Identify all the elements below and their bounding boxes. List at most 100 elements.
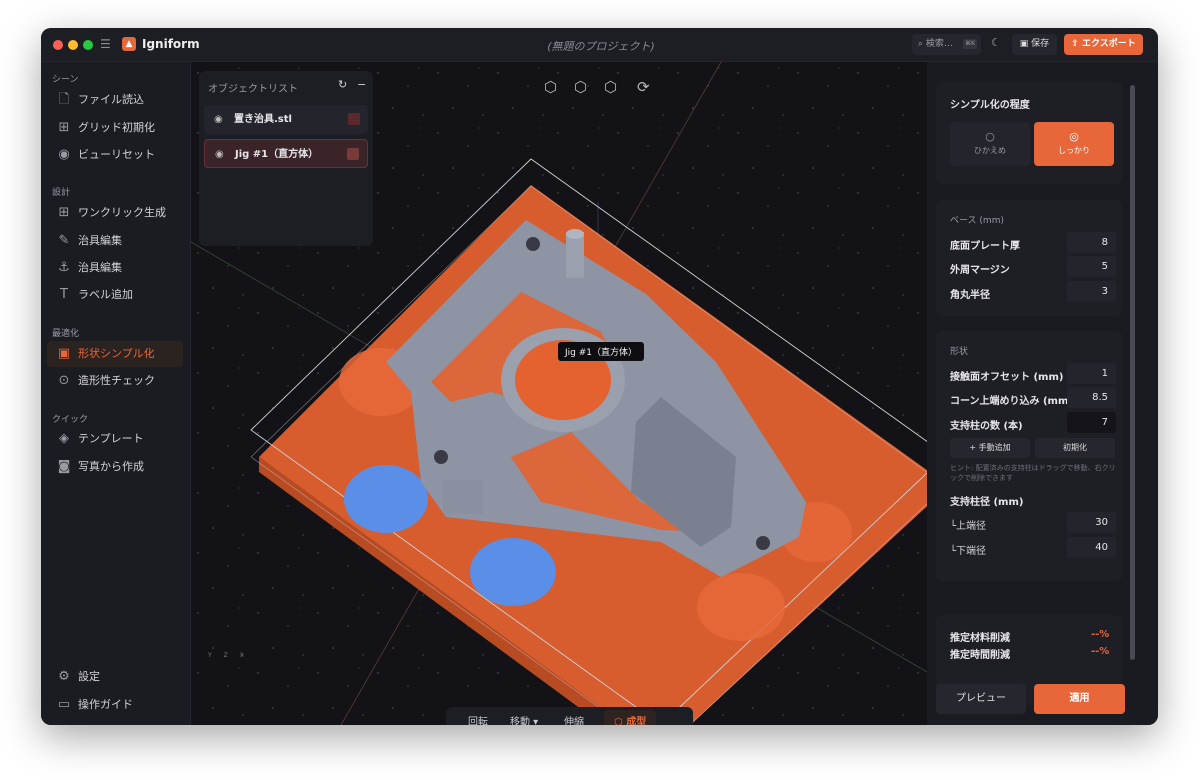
sidebar: シーン 🗋 ファイル読込 ⊞ グリッド初期化 ◉ ビューリセット 設計 ⊞ ワンクリック… xyxy=(41,62,191,725)
file-icon: 🗋 xyxy=(58,92,70,107)
radio-off-icon: ○ xyxy=(985,130,995,143)
axis-label-y: Y xyxy=(208,652,212,659)
tool-rotate[interactable]: 回転 xyxy=(468,707,488,725)
save-icon: ▣ xyxy=(1019,39,1032,49)
field-label: 支持柱の数 (本) xyxy=(950,421,1023,432)
theme-toggle-moon-icon[interactable]: ☾ xyxy=(991,36,1001,49)
support-pad[interactable] xyxy=(470,538,556,606)
sidebar-item-simplify[interactable]: ▣ 形状シンプル化 xyxy=(47,341,183,367)
support-pad[interactable] xyxy=(697,573,785,641)
axis-gizmo: Y Z X xyxy=(208,652,244,659)
view-cube-front-icon[interactable]: ⬡ xyxy=(574,78,587,96)
shape-card: 形状 接触面オフセット (mm) 1 コーン上端めり込み (mm) 8.5 支持… xyxy=(936,331,1122,581)
sidebar-item-label: ファイル読込 xyxy=(78,93,144,106)
search-label: 検索… xyxy=(925,39,953,49)
app-name: Igniform xyxy=(142,37,200,51)
sidebar-item-add-label[interactable]: T ラベル追加 xyxy=(47,282,183,308)
menu-icon[interactable]: ☰ xyxy=(100,37,111,51)
object-list-title: オブジェクトリスト xyxy=(208,84,298,95)
maximize-window-button[interactable] xyxy=(83,40,93,50)
field-label: 外周マージン xyxy=(950,265,1010,276)
sidebar-item-label: 写真から作成 xyxy=(78,460,144,473)
sidebar-item-label: 治具編集 xyxy=(78,234,122,247)
view-cube-side-icon[interactable]: ⬡ xyxy=(604,78,617,96)
check-circle-icon: ⊙ xyxy=(58,373,70,388)
cone-embed-input[interactable]: 8.5 xyxy=(1067,387,1116,408)
color-swatch[interactable] xyxy=(347,148,359,160)
tool-move[interactable]: 移動 ▾ xyxy=(510,707,538,725)
sidebar-item-guide[interactable]: ▭ 操作ガイド xyxy=(47,692,183,718)
add-manual-button[interactable]: + 手動追加 xyxy=(950,438,1030,458)
search-button[interactable]: ⌕ 検索… ⌘K xyxy=(912,34,981,55)
sidebar-item-from-photo[interactable]: ◙ 写真から作成 xyxy=(47,454,183,480)
support-pad[interactable] xyxy=(344,465,428,533)
tool-mold[interactable]: ⬡ 成型 xyxy=(604,710,657,725)
plate-thickness-input[interactable]: 8 xyxy=(1067,232,1116,253)
3d-viewport[interactable]: オブジェクトリスト ↻ − ◉ 置き治具.stl ◉ Jig #1（直方体） ⬡… xyxy=(191,62,927,725)
top-diameter-input[interactable]: 30 xyxy=(1067,512,1116,533)
option-strong[interactable]: ◎ しっかり xyxy=(1034,122,1114,166)
sidebar-item-label: ラベル追加 xyxy=(78,288,133,301)
sidebar-item-label: テンプレート xyxy=(78,432,144,445)
field-label: └上端径 xyxy=(950,517,986,532)
object-list-panel: オブジェクトリスト ↻ − ◉ 置き治具.stl ◉ Jig #1（直方体） xyxy=(199,71,373,246)
sidebar-item-one-click[interactable]: ⊞ ワンクリック生成 xyxy=(47,200,183,226)
sidebar-item-load-file[interactable]: 🗋 ファイル読込 xyxy=(47,87,183,113)
gear-icon: ⚙ xyxy=(58,669,70,684)
sidebar-item-printability-check[interactable]: ⊙ 造形性チェック xyxy=(47,368,183,394)
minimize-window-button[interactable] xyxy=(68,40,78,50)
sidebar-item-settings[interactable]: ⚙ 設定 xyxy=(47,664,183,690)
sidebar-item-grid-init[interactable]: ⊞ グリッド初期化 xyxy=(47,115,183,141)
preview-button[interactable]: プレビュー xyxy=(936,684,1026,714)
shape-title: 形状 xyxy=(950,347,969,357)
sidebar-item-label: 治具編集 xyxy=(78,261,122,274)
estimate-label: 推定材料削減 xyxy=(950,633,1010,644)
simplify-level-card: シンプル化の程度 ○ ひかえめ ◎ しっかり xyxy=(936,82,1122,184)
plus-square-icon: ⊞ xyxy=(58,205,70,220)
sidebar-item-jig-edit-anchor[interactable]: ⚓ 治具編集 xyxy=(47,255,183,281)
tool-scale[interactable]: 伸縮 xyxy=(564,707,584,725)
contact-offset-input[interactable]: 1 xyxy=(1067,363,1116,384)
refresh-icon[interactable]: ↻ xyxy=(338,78,347,91)
layers-icon: ◈ xyxy=(59,431,69,446)
collapse-icon[interactable]: − xyxy=(357,78,366,91)
estimate-label: 推定時間削減 xyxy=(950,650,1010,661)
base-card: ベース (mm) 底面プレート厚 8 外周マージン 5 角丸半径 3 xyxy=(936,200,1122,316)
close-window-button[interactable] xyxy=(53,40,63,50)
support-count-input[interactable]: 7 xyxy=(1067,412,1116,433)
object-tooltip: Jig #1（直方体） xyxy=(558,342,644,361)
eye-icon: ◉ xyxy=(58,147,70,162)
sidebar-item-template[interactable]: ◈ テンプレート xyxy=(47,426,183,452)
color-swatch[interactable] xyxy=(348,113,360,125)
export-button[interactable]: ⇪ エクスポート xyxy=(1064,34,1143,55)
corner-radius-input[interactable]: 3 xyxy=(1067,281,1116,302)
option-mild[interactable]: ○ ひかえめ xyxy=(950,122,1030,166)
eye-icon[interactable]: ◉ xyxy=(215,140,224,169)
field-label: 接触面オフセット (mm) xyxy=(950,372,1064,383)
reset-button[interactable]: 初期化 xyxy=(1035,438,1115,458)
panel-scrollbar[interactable] xyxy=(1130,85,1135,660)
book-icon: ▭ xyxy=(57,697,71,712)
hint-text: ヒント: 配置済みの支持柱はドラッグで移動、右クリックで削除できます xyxy=(950,464,1116,482)
view-cube-iso-icon[interactable]: ⬡ xyxy=(544,78,557,96)
upload-icon: ⇪ xyxy=(1071,39,1082,49)
tool-mold-label: 成型 xyxy=(626,717,647,725)
eye-icon[interactable]: ◉ xyxy=(214,105,223,134)
apply-button[interactable]: 適用 xyxy=(1034,684,1125,714)
outer-margin-input[interactable]: 5 xyxy=(1067,256,1116,277)
rotate-view-icon[interactable]: ⟳ xyxy=(637,78,650,96)
object-name: Jig #1（直方体） xyxy=(235,149,319,160)
sidebar-item-view-reset[interactable]: ◉ ビューリセット xyxy=(47,142,183,168)
sidebar-item-label: ビューリセット xyxy=(78,148,155,161)
object-list-item[interactable]: ◉ 置き治具.stl xyxy=(204,105,368,134)
object-list-item-selected[interactable]: ◉ Jig #1（直方体） xyxy=(204,139,368,168)
simplify-level-title: シンプル化の程度 xyxy=(950,100,1030,111)
export-label: エクスポート xyxy=(1081,39,1136,49)
sidebar-item-jig-edit[interactable]: ✎ 治具編集 xyxy=(47,228,183,254)
field-label: 底面プレート厚 xyxy=(950,241,1020,252)
estimate-value: --% xyxy=(1091,629,1110,640)
bottom-diameter-input[interactable]: 40 xyxy=(1067,537,1116,558)
save-button[interactable]: ▣ 保存 xyxy=(1012,34,1057,55)
field-label-text: 下端径 xyxy=(956,546,987,557)
sidebar-section-optimize: 最適化 xyxy=(52,329,80,339)
